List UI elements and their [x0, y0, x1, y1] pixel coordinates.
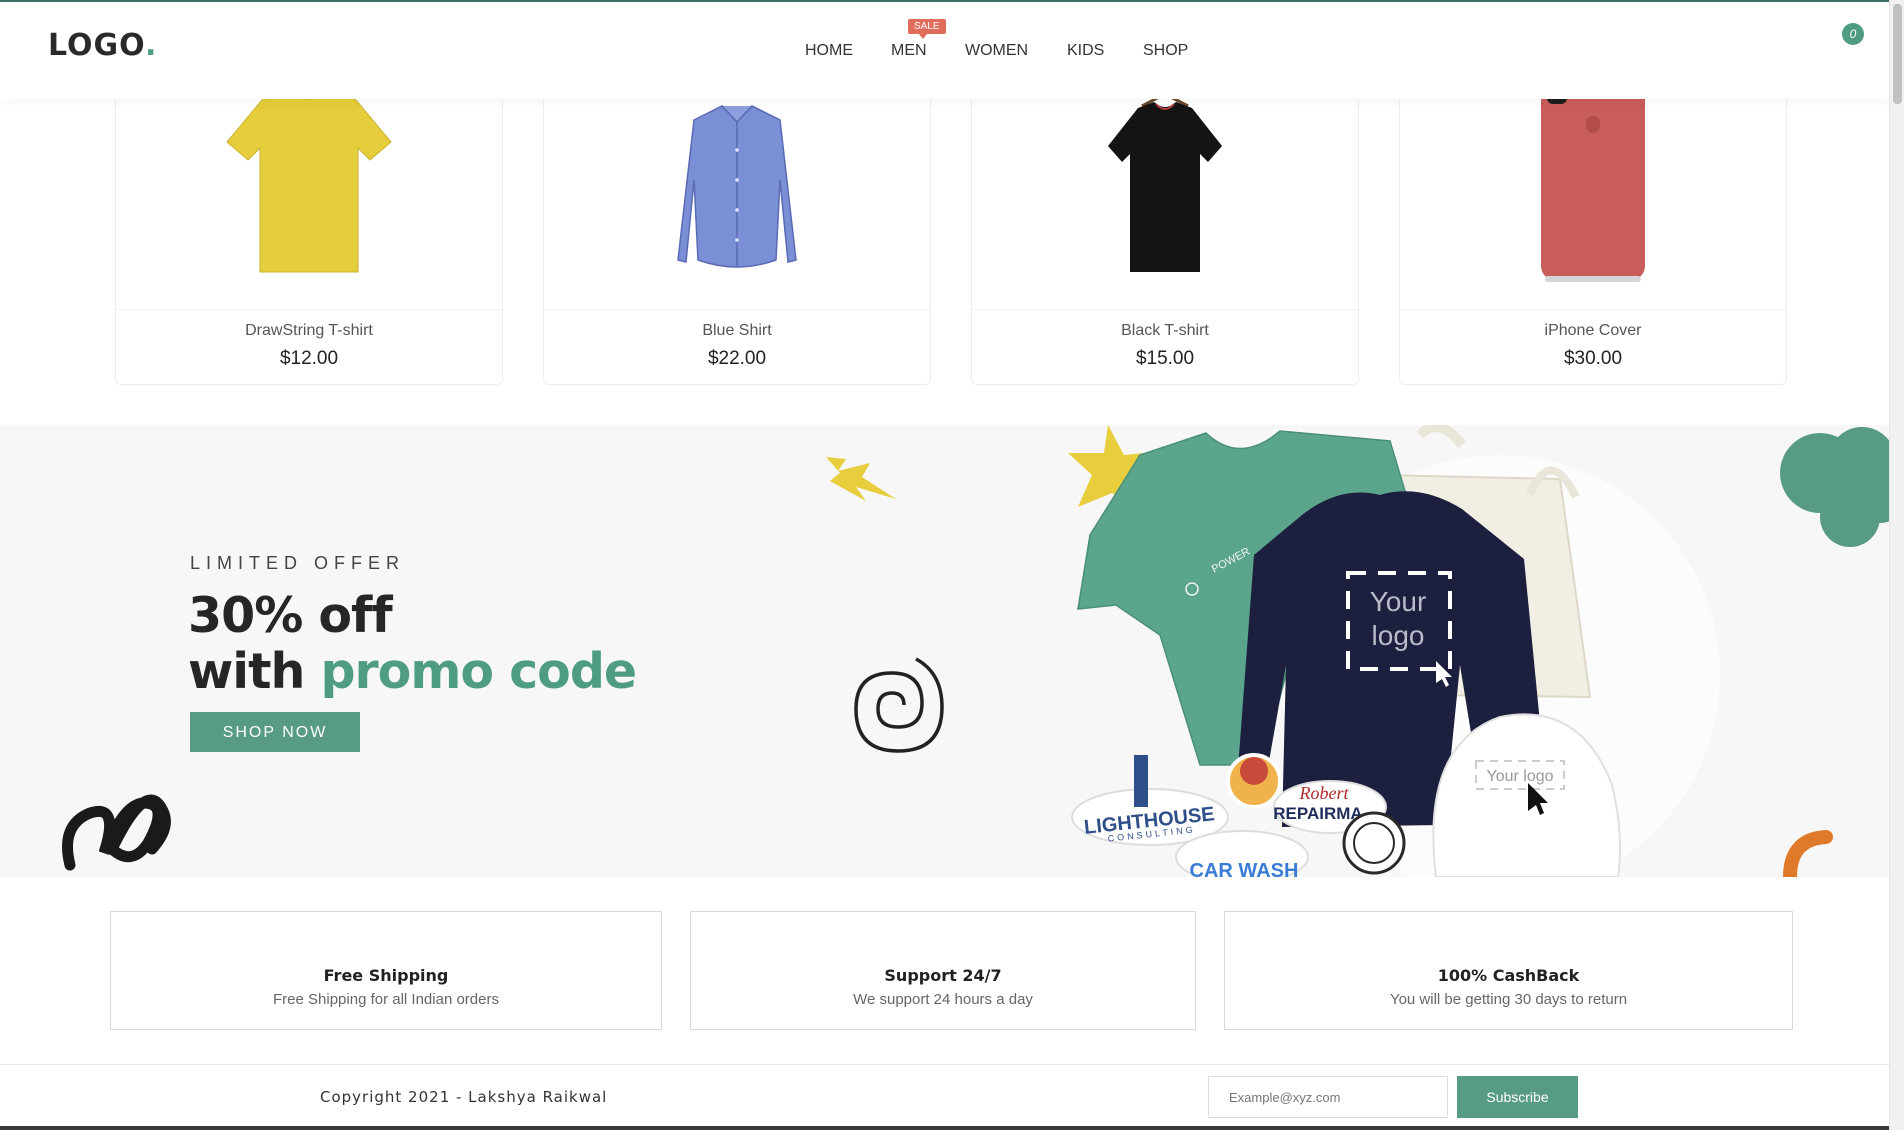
product-name[interactable]: DrawString T-shirt	[116, 322, 502, 340]
product-price: $15.00	[1135, 348, 1195, 369]
iphone-cover-image	[1400, 60, 1786, 310]
page-content: LOGO. HOME MEN WOMEN KIDS SHOP SALE 0 Dr…	[0, 0, 1890, 1130]
product-card[interactable]: Blue Shirt $22.00	[543, 80, 931, 385]
sticker-carwash-text: CAR WASH	[1190, 860, 1299, 877]
sale-badge: SALE	[908, 19, 946, 39]
feature-desc: You will be getting 30 days to return	[1389, 991, 1628, 1008]
cart-count-badge[interactable]: 0	[1842, 23, 1864, 45]
orange-arc-decoration	[1783, 830, 1833, 877]
site-header: LOGO. HOME MEN WOMEN KIDS SHOP SALE 0	[0, 0, 1890, 99]
sweatshirt-logo-text-1: Your	[1370, 586, 1427, 617]
feature-box: Free Shipping Free Shipping for all Indi…	[110, 911, 662, 1030]
feature-desc: Free Shipping for all Indian orders	[273, 991, 499, 1008]
feature-title: 100% CashBack	[1437, 966, 1580, 985]
page-scrollbar-thumb[interactable]	[1893, 4, 1902, 104]
product-price: $22.00	[707, 348, 767, 369]
yellow-tshirt-image	[116, 80, 502, 310]
nav-men[interactable]: MEN	[891, 42, 927, 60]
blue-shirt-image	[544, 80, 930, 310]
black-tshirt-image	[972, 80, 1358, 310]
product-price: $30.00	[1563, 348, 1623, 369]
green-blob-decoration	[1780, 427, 1890, 547]
product-name[interactable]: Black T-shirt	[972, 322, 1358, 340]
squiggle-decoration	[62, 794, 171, 871]
nav-kids[interactable]: KIDS	[1067, 42, 1104, 60]
logo-text: LOGO	[48, 28, 146, 63]
site-footer: Copyright 2021 - Lakshya Raikwal Subscri…	[0, 1064, 1890, 1130]
product-name[interactable]: iPhone Cover	[1400, 322, 1786, 340]
feature-box: 100% CashBack You will be getting 30 day…	[1224, 911, 1793, 1030]
product-price: $12.00	[279, 348, 339, 369]
feature-title: Support 24/7	[884, 966, 1002, 985]
logo-dot: .	[145, 28, 158, 63]
feature-title: Free Shipping	[323, 966, 449, 985]
nav-women[interactable]: WOMEN	[965, 42, 1028, 60]
spiral-decoration	[854, 657, 944, 753]
sticker-robert-text: Robert	[1299, 783, 1350, 803]
sticker-repairman-text: REPAIRMA	[1273, 804, 1362, 823]
lightning-decoration	[826, 457, 896, 501]
bottom-strip	[0, 1126, 1890, 1130]
nav-shop[interactable]: SHOP	[1143, 42, 1188, 60]
cap-logo-text: Your logo	[1486, 768, 1553, 785]
banner-decorations: POWER Your logo Your logo LIGHTHOUSE CON…	[62, 425, 1890, 877]
subscribe-button[interactable]: Subscribe	[1457, 1076, 1578, 1118]
product-card[interactable]: iPhone Cover $30.00	[1399, 60, 1787, 385]
sweatshirt-logo-text-2: logo	[1372, 620, 1425, 651]
newsletter-email-input[interactable]	[1208, 1076, 1448, 1118]
copyright-text: Copyright 2021 - Lakshya Raikwal	[320, 1088, 608, 1106]
promo-banner: LIMITED OFFER 30% off with promo code SH…	[0, 425, 1890, 877]
feature-box: Support 24/7 We support 24 hours a day	[690, 911, 1196, 1030]
product-card[interactable]: DrawString T-shirt $12.00	[115, 80, 503, 385]
site-logo[interactable]: LOGO.	[48, 28, 157, 63]
product-name[interactable]: Blue Shirt	[544, 322, 930, 340]
page-scrollbar[interactable]	[1889, 0, 1904, 1130]
nav-home[interactable]: HOME	[805, 42, 853, 60]
product-card[interactable]: Black T-shirt $15.00	[971, 80, 1359, 385]
feature-desc: We support 24 hours a day	[853, 991, 1033, 1008]
